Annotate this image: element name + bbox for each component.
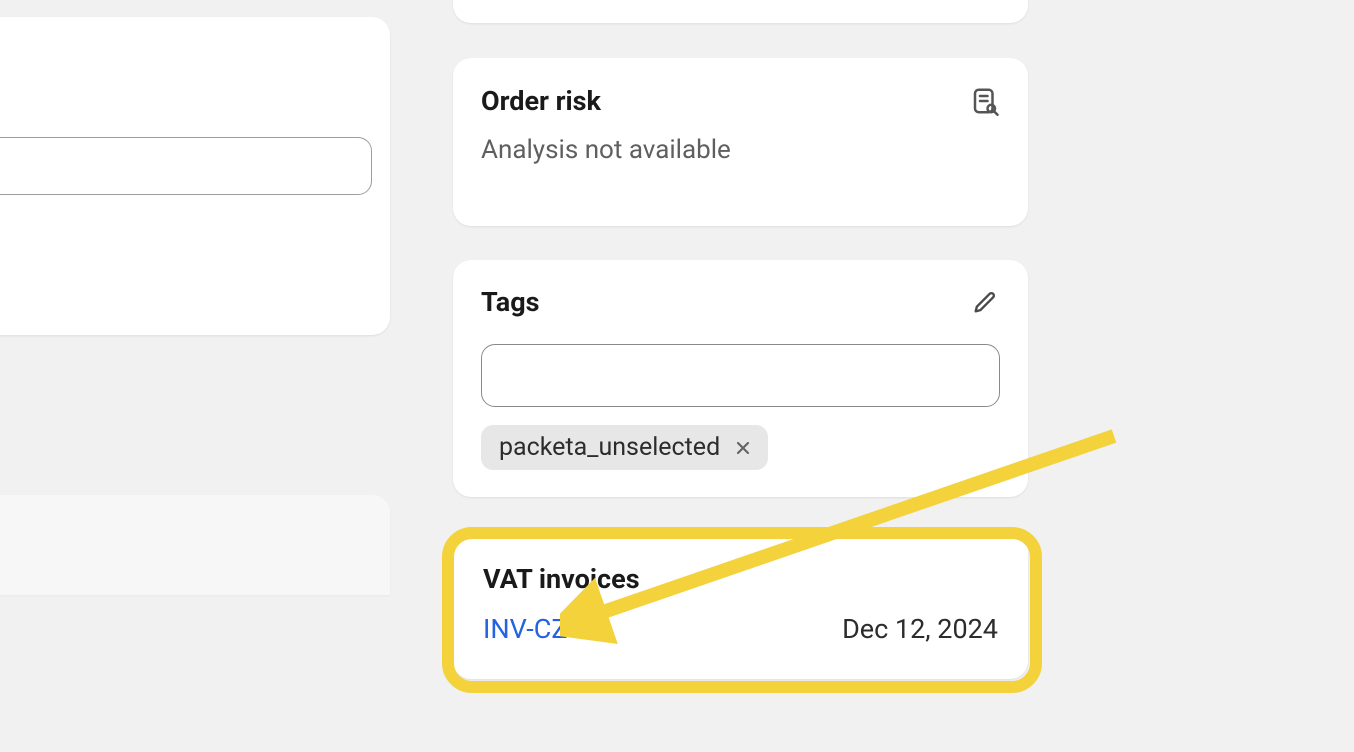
left-sidebar-card-top xyxy=(0,17,390,335)
fraud-analysis-icon[interactable] xyxy=(970,86,1000,116)
tags-input[interactable] xyxy=(481,344,1000,407)
tag-chip-label: packeta_unselected xyxy=(499,433,720,462)
left-sidebar-card-bottom xyxy=(0,495,390,595)
invoice-link[interactable]: INV-CZ-1 xyxy=(483,613,590,645)
tag-chip: packeta_unselected xyxy=(481,425,768,470)
tags-card: Tags packeta_unselected xyxy=(453,260,1028,497)
tags-title: Tags xyxy=(481,286,540,318)
tags-header: Tags xyxy=(481,286,1000,318)
order-risk-header: Order risk xyxy=(481,85,1000,117)
invoice-row: INV-CZ-1 Dec 12, 2024 xyxy=(483,613,998,645)
pencil-icon[interactable] xyxy=(970,287,1000,317)
close-icon[interactable] xyxy=(732,437,754,459)
vat-invoices-card: VAT invoices INV-CZ-1 Dec 12, 2024 xyxy=(453,533,1028,679)
invoice-date: Dec 12, 2024 xyxy=(842,613,998,645)
order-risk-title: Order risk xyxy=(481,85,601,117)
order-risk-card: Order risk Analysis not available xyxy=(453,58,1028,226)
order-risk-status: Analysis not available xyxy=(481,135,1000,165)
vat-invoices-title: VAT invoices xyxy=(483,563,998,595)
left-sidebar-input[interactable] xyxy=(0,137,372,195)
card-above-order-risk xyxy=(453,0,1028,23)
